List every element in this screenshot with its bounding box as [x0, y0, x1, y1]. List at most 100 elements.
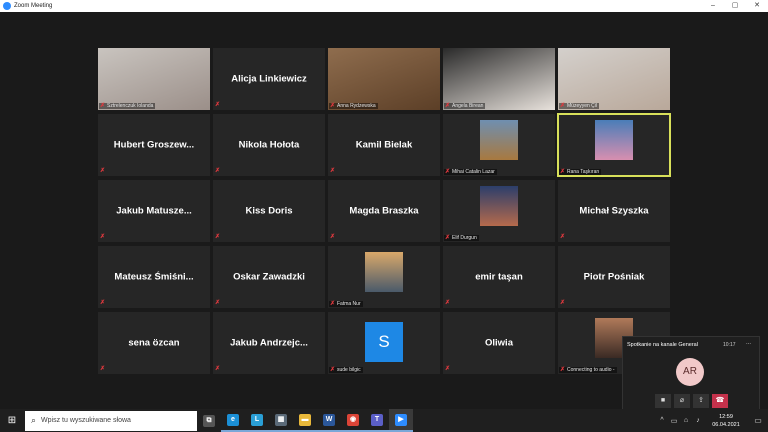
- mic-muted-icon: ✗: [215, 234, 221, 240]
- maximize-button[interactable]: ▢: [724, 0, 746, 12]
- word-icon: W: [323, 413, 335, 426]
- taskbar-search[interactable]: ⌕ Wpisz tu wyszukiwane słowa: [25, 410, 197, 431]
- participant-name: Alicja Linkiewicz: [231, 73, 307, 85]
- clock-time: 12:59: [719, 413, 733, 420]
- participant-name: Jakub Andrzejc...: [230, 337, 308, 349]
- taskbar-teams-button[interactable]: T: [365, 409, 389, 432]
- participant-tile[interactable]: S ✗ sude bilgic: [328, 312, 440, 374]
- participant-tile[interactable]: Kamil Bielak ✗: [328, 114, 440, 176]
- taskbar-calculator-button[interactable]: ▦: [269, 409, 293, 432]
- video-feed: [98, 48, 210, 110]
- mic-muted-icon: ✗: [330, 301, 336, 307]
- participant-tile[interactable]: ✗ Angela Birean: [443, 48, 555, 110]
- participant-tile[interactable]: ✗ Elif Durgun: [443, 180, 555, 242]
- more-options-button[interactable]: ...: [746, 340, 751, 346]
- participant-tile[interactable]: Alicja Linkiewicz ✗: [213, 48, 325, 110]
- participant-tile[interactable]: Mateusz Śmiśni... ✗: [98, 246, 210, 308]
- start-button[interactable]: ⊞: [0, 409, 24, 432]
- participant-name: Jakub Matusze...: [116, 205, 192, 217]
- participant-name: emir taşan: [475, 271, 523, 283]
- participant-name: Fatma Nur: [337, 301, 361, 307]
- title-bar: Zoom Meeting – ▢ ✕: [0, 0, 768, 12]
- mic-muted-icon: ✗: [215, 300, 221, 306]
- mic-muted-icon: ✗: [445, 103, 451, 109]
- participant-tile[interactable]: sena özcan ✗: [98, 312, 210, 374]
- volume-icon[interactable]: ♪: [692, 417, 704, 424]
- participant-name: sude bilgic: [337, 367, 361, 373]
- task-view-icon: ⧉: [203, 414, 215, 427]
- participant-name: Sztrelenczuk Iolanda: [107, 103, 154, 109]
- taskbar-task-view-button[interactable]: ⧉: [197, 409, 221, 432]
- initial-avatar: S: [365, 322, 403, 362]
- taskbar-chrome-button[interactable]: ◉: [341, 409, 365, 432]
- participant-label: ✗ Elif Durgun: [444, 235, 479, 241]
- participant-label: ✗ Müzeyyen Çil: [559, 103, 600, 109]
- mic-muted-icon: ✗: [560, 300, 566, 306]
- participant-tile[interactable]: Michał Szyszka ✗: [558, 180, 670, 242]
- mic-muted-icon: ✗: [100, 234, 106, 240]
- zoom-app-icon: [3, 2, 11, 10]
- share-screen-button[interactable]: ⇪: [693, 394, 709, 408]
- participant-tile[interactable]: Piotr Pośniak ✗: [558, 246, 670, 308]
- participant-tile[interactable]: ✗ Sztrelenczuk Iolanda: [98, 48, 210, 110]
- mic-muted-icon: ✗: [215, 366, 221, 372]
- participant-tile[interactable]: Oliwia ✗: [443, 312, 555, 374]
- participant-tile[interactable]: ✗ Fatma Nur: [328, 246, 440, 308]
- system-tray: ^ ▭ ⌂ ♪ 12:59 06.04.2021 ▭: [656, 413, 768, 429]
- participant-tile[interactable]: ✗ Anna Rydzewska: [328, 48, 440, 110]
- teams-call-panel[interactable]: Spotkanie na kanale General 10:17 ... AR…: [622, 336, 760, 416]
- participant-tile[interactable]: Jakub Matusze... ✗: [98, 180, 210, 242]
- close-button[interactable]: ✕: [746, 0, 768, 12]
- mic-muted-icon: ✗: [445, 300, 451, 306]
- participant-tile[interactable]: ✗ Mihai Catalin Lazar: [443, 114, 555, 176]
- taskbar-app-l-button[interactable]: L: [245, 409, 269, 432]
- participant-name: Anna Rydzewska: [337, 103, 376, 109]
- participant-label: ✗ sude bilgic: [329, 367, 363, 373]
- panel-time: 10:17: [723, 342, 736, 348]
- network-icon[interactable]: ⌂: [680, 417, 692, 424]
- mute-toggle-button[interactable]: ⌀: [674, 394, 690, 408]
- participant-tile[interactable]: ✗ Rana Taşkıran: [557, 113, 671, 177]
- minimize-button[interactable]: –: [702, 0, 724, 12]
- participant-name: Magda Braszka: [349, 205, 419, 217]
- mic-muted-icon: ✗: [445, 169, 451, 175]
- meeting-stage: ✗ Sztrelenczuk Iolanda Alicja Linkiewicz ✗ ✗…: [0, 12, 768, 416]
- hang-up-button[interactable]: ☎: [712, 394, 728, 408]
- participant-label: ✗ Fatma Nur: [329, 301, 363, 307]
- window-controls: – ▢ ✕: [702, 0, 768, 12]
- participant-tile[interactable]: Magda Braszka ✗: [328, 180, 440, 242]
- clock[interactable]: 12:59 06.04.2021: [704, 413, 748, 429]
- taskbar-apps: ⧉ e L ▦ ▬ W ◉ T ▶: [197, 409, 413, 432]
- participant-tile[interactable]: Kiss Doris ✗: [213, 180, 325, 242]
- video-feed: [558, 48, 670, 110]
- participant-name: Müzeyyen Çil: [567, 103, 598, 109]
- camera-toggle-button[interactable]: ■: [655, 394, 671, 408]
- participant-name: Kiss Doris: [245, 205, 293, 217]
- taskbar-edge-button[interactable]: e: [221, 409, 245, 432]
- participant-name: Elif Durgun: [452, 235, 477, 241]
- mic-muted-icon: ✗: [560, 234, 566, 240]
- participant-tile[interactable]: Hubert Groszew... ✗: [98, 114, 210, 176]
- notifications-icon[interactable]: ▭: [748, 416, 768, 425]
- participant-label: ✗ Rana Taşkıran: [559, 169, 602, 175]
- mic-muted-icon: ✗: [560, 169, 566, 175]
- participant-tile[interactable]: Jakub Andrzejc... ✗: [213, 312, 325, 374]
- participant-tile[interactable]: Nikola Hołota ✗: [213, 114, 325, 176]
- participant-label: ✗ Sztrelenczuk Iolanda: [99, 103, 156, 109]
- participant-tile[interactable]: Oskar Zawadzki ✗: [213, 246, 325, 308]
- mic-muted-icon: ✗: [215, 102, 221, 108]
- mic-muted-icon: ✗: [100, 168, 106, 174]
- taskbar-zoom-button[interactable]: ▶: [389, 409, 413, 432]
- clock-date: 06.04.2021: [712, 421, 740, 428]
- taskbar-word-button[interactable]: W: [317, 409, 341, 432]
- battery-icon[interactable]: ▭: [668, 417, 680, 425]
- panel-controls: ■ ⌀ ⇪ ☎: [655, 394, 728, 408]
- participant-name: sena özcan: [128, 337, 180, 349]
- taskbar-file-explorer-button[interactable]: ▬: [293, 409, 317, 432]
- panel-title: Spotkanie na kanale General: [627, 342, 698, 348]
- participant-name: Connecting to audio -: [567, 367, 615, 373]
- participant-label: ✗ Mihai Catalin Lazar: [444, 169, 497, 175]
- participant-tile[interactable]: emir taşan ✗: [443, 246, 555, 308]
- participant-tile[interactable]: ✗ Müzeyyen Çil: [558, 48, 670, 110]
- tray-overflow-icon[interactable]: ^: [656, 417, 668, 424]
